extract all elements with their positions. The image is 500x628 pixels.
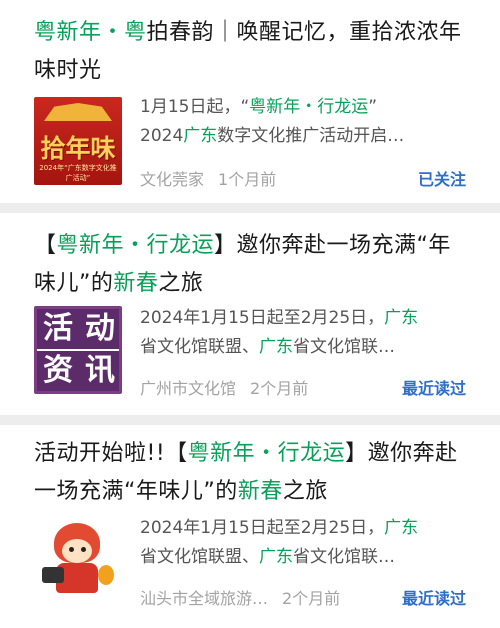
- thumbnail-char: 动: [79, 309, 119, 349]
- article-title[interactable]: 活动开始啦!!【粤新年・行龙运】邀你奔赴一场充满“年味儿”的新春之旅: [34, 435, 470, 511]
- article-meta: 广州市文化馆 2个月前: [140, 375, 308, 399]
- article-time: 2个月前: [282, 589, 341, 608]
- recently-read-badge: 最近读过: [401, 589, 466, 608]
- article-time: 2个月前: [250, 379, 309, 398]
- article-summary: 2024年1月15日起至2月25日，广东 省文化馆联盟、广东省文化馆联…: [140, 308, 419, 357]
- thumbnail-char: 讯: [79, 351, 119, 391]
- article-title[interactable]: 【粤新年・行龙运】邀你奔赴一场充满“年味儿”的新春之旅: [34, 227, 470, 303]
- followed-badge[interactable]: 已关注: [418, 166, 466, 190]
- article-summary: 1月15日起，“粤新年・行龙运” 2024广东数字文化推广活动开启…: [140, 97, 405, 146]
- article-source[interactable]: 汕头市全域旅游…: [140, 589, 268, 608]
- thumbnail-headline: 拾年味: [40, 134, 116, 163]
- card-divider: [0, 415, 500, 425]
- camera-icon: [42, 567, 64, 583]
- article-title[interactable]: 粤新年・粤拍春韵｜唤醒记忆，重拾浓浓年味时光: [34, 14, 470, 90]
- thumbnail-char: 活: [37, 309, 79, 349]
- article-source[interactable]: 广州市文化馆: [140, 379, 236, 398]
- thumbnail-caption: 2024年“广东数字文化推广活动”: [39, 164, 117, 182]
- article-thumbnail[interactable]: 拾年味 2024年“广东数字文化推广活动”: [34, 97, 122, 185]
- article-card[interactable]: 粤新年・粤拍春韵｜唤醒记忆，重拾浓浓年味时光 拾年味 2024年“广东数字文化推…: [0, 0, 500, 203]
- card-divider: [0, 203, 500, 213]
- article-meta: 文化莞家 1个月前: [140, 166, 276, 190]
- mascot-face-icon: [62, 539, 92, 563]
- lantern-icon: [98, 565, 114, 585]
- article-thumbnail[interactable]: 活 动 资 讯: [34, 306, 122, 394]
- article-thumbnail[interactable]: [34, 515, 122, 603]
- article-card[interactable]: 活动开始啦!!【粤新年・行龙运】邀你奔赴一场充满“年味儿”的新春之旅 2024年…: [0, 425, 500, 628]
- article-time: 1个月前: [218, 170, 277, 189]
- article-meta: 汕头市全域旅游… 2个月前: [140, 585, 340, 609]
- article-source[interactable]: 文化莞家: [140, 170, 204, 189]
- thumbnail-char: 资: [37, 351, 79, 391]
- article-summary: 2024年1月15日起至2月25日，广东 省文化馆联盟、广东省文化馆联…: [140, 518, 419, 567]
- recently-read-badge: 最近读过: [401, 379, 466, 398]
- pavilion-roof-graphic: [44, 103, 112, 121]
- article-card[interactable]: 【粤新年・行龙运】邀你奔赴一场充满“年味儿”的新春之旅 活 动 资 讯 2024…: [0, 213, 500, 415]
